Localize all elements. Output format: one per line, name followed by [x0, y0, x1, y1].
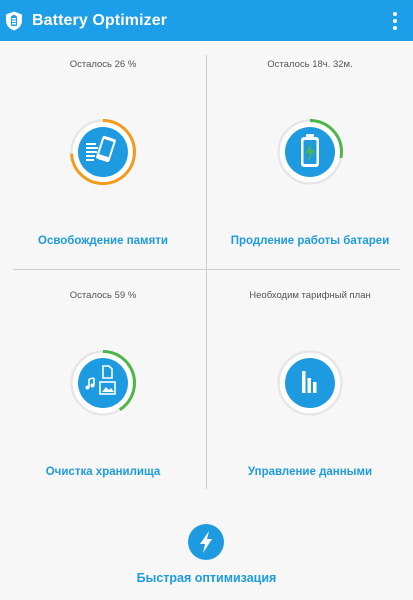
quick-optimize-button[interactable]: Быстрая оптимизация — [0, 524, 413, 594]
quick-optimize-label: Быстрая оптимизация — [136, 571, 277, 585]
tile-status: Осталось 18ч. 32м. — [267, 59, 353, 70]
lightning-icon — [188, 524, 224, 560]
tile-manage-data[interactable]: Необходим тарифный план Управление данны… — [207, 286, 413, 500]
tile-label: Освобождение памяти — [38, 235, 168, 247]
more-vert-icon[interactable] — [387, 10, 403, 32]
app-title: Battery Optimizer — [32, 12, 168, 29]
tile-extend-battery[interactable]: Осталось 18ч. 32м. Продление работы бата… — [207, 55, 413, 269]
tile-status: Необходим тарифный план — [249, 290, 371, 301]
tile-label: Управление данными — [247, 466, 373, 478]
media-files-icon — [70, 350, 136, 416]
app-bar: Battery Optimizer — [0, 0, 413, 41]
bar-chart-icon — [277, 350, 343, 416]
shield-battery-icon — [6, 11, 22, 31]
tile-free-memory[interactable]: Осталось 26 % Освобождение памяти — [0, 55, 206, 269]
tile-status: Осталось 59 % — [69, 290, 137, 301]
battery-charge-icon — [277, 119, 343, 185]
phone-boost-icon — [70, 119, 136, 185]
tile-label: Очистка хранилища — [45, 466, 161, 478]
tile-clean-storage[interactable]: Осталось 59 % Очистка хранилища — [0, 286, 206, 500]
grid-divider-horizontal — [13, 269, 400, 270]
tile-status: Осталось 26 % — [69, 59, 137, 70]
tile-label: Продление работы батареи — [230, 235, 390, 247]
